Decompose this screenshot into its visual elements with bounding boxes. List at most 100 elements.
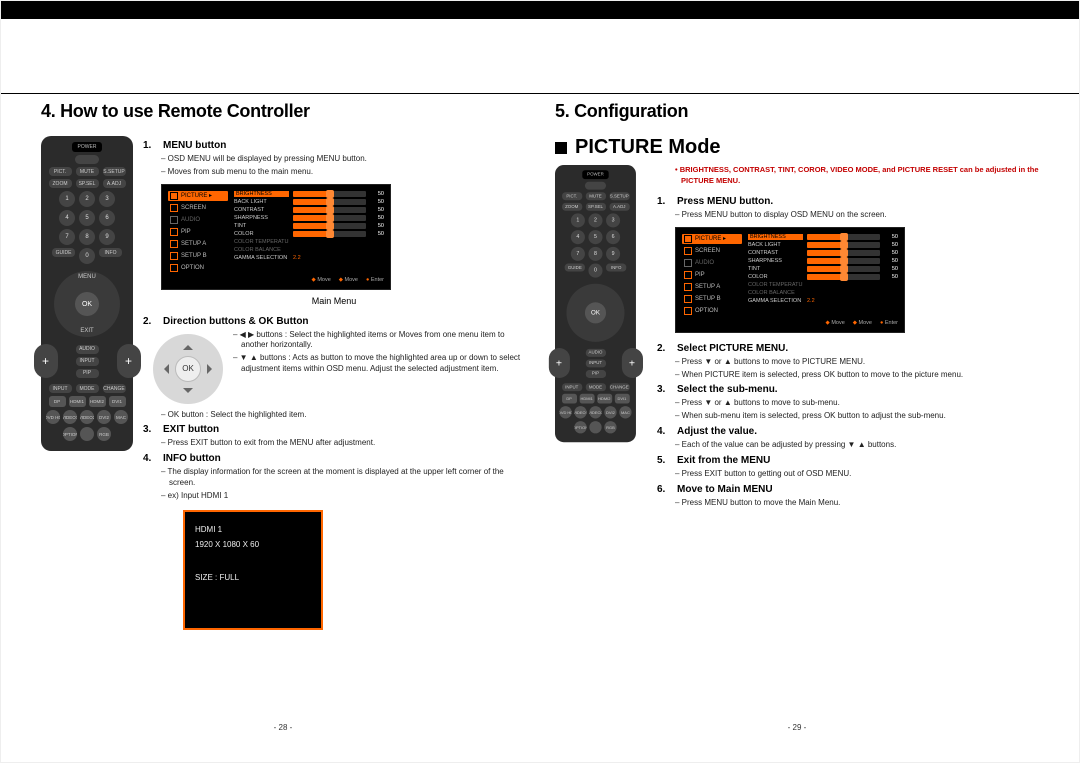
src-blank xyxy=(80,427,94,441)
osd-footer: ◆ Move ◆ Move ● Enter xyxy=(168,277,384,283)
osd-main-menu: PICTURE ▸ SCREEN AUDIO PIP SETUP A SETUP… xyxy=(161,184,391,290)
osd2-params: BRIGHTNESS50BACK LIGHT50CONTRAST50SHARPN… xyxy=(748,234,898,316)
guide-button: GUIDE xyxy=(52,248,75,257)
main-menu-caption: Main Menu xyxy=(143,296,525,306)
src-mac: MAC xyxy=(114,410,128,424)
exit-label: EXIT xyxy=(80,328,93,334)
direction-buttons-figure: OK xyxy=(153,334,223,404)
pict-button: PICT. xyxy=(49,167,72,176)
r2-spsel: SP.SEL xyxy=(585,203,605,211)
osd2-setupb: SETUP B xyxy=(682,294,742,304)
sec1-header: 1.MENU button xyxy=(143,140,525,151)
menu-label: MENU xyxy=(78,274,96,280)
sec4-b2: ex) Input HDMI 1 xyxy=(161,491,525,502)
audio-pill: AUDIO xyxy=(76,345,99,354)
r2-opt: OPTION xyxy=(574,421,586,433)
num-6: 6 xyxy=(99,210,115,226)
r2-ssetup: S.SETUP xyxy=(609,192,629,200)
page-number-29: - 29 - xyxy=(555,723,1039,732)
power-button-2: POWER xyxy=(582,170,608,179)
osd2-screen: SCREEN xyxy=(682,246,742,256)
osd-item-audio: AUDIO xyxy=(168,215,228,225)
info-button: INFO xyxy=(99,248,122,257)
num-2: 2 xyxy=(79,191,95,207)
r2-change: CHANGE xyxy=(609,383,629,391)
down-arrow-icon xyxy=(183,388,193,398)
osd-picture-menu: PICTURE ▸ SCREEN AUDIO PIP SETUP A SETUP… xyxy=(675,227,905,333)
change-btn: CHANGE xyxy=(103,384,126,393)
r2-6: 6 xyxy=(606,230,620,244)
r2-bl xyxy=(589,421,601,433)
num-0: 0 xyxy=(79,248,95,264)
osd-row-sharpness: SHARPNESS50 xyxy=(234,215,384,221)
osd2-pip: PIP xyxy=(682,270,742,280)
r2-rgb: RGB xyxy=(604,421,616,433)
left-body: 1.MENU button OSD MENU will be displayed… xyxy=(143,136,525,630)
src-dvdhd: DVD HD xyxy=(46,410,60,424)
osd-row-color-balance: COLOR BALANCE xyxy=(234,247,384,253)
r2-input: INPUT xyxy=(585,359,605,367)
r2-grid: DPHDMI1HDMI2DVI1 DVD HDVIDEO1VIDEO2DVI2 … xyxy=(559,394,631,434)
osd-params: BRIGHTNESS50BACK LIGHT50CONTRAST50SHARPN… xyxy=(234,191,384,273)
left-arrow-icon xyxy=(159,364,169,374)
right-body: BRIGHTNESS, CONTRAST, TINT, COROR, VIDEO… xyxy=(657,165,1039,510)
osd-row-tint: TINT50 xyxy=(234,223,384,229)
info-line3: SIZE : FULL xyxy=(195,570,311,585)
sel-rocker: + xyxy=(117,344,141,378)
sec1-b1: OSD MENU will be displayed by pressing M… xyxy=(161,154,525,165)
right-arrow-icon xyxy=(207,364,217,374)
vol-rocker: + xyxy=(34,344,58,378)
source-grid: DP HDMI1 HDMI2 DVI1 DVD HD VIDEO1 VIDEO2… xyxy=(46,396,128,441)
dir-ok: OK xyxy=(175,356,201,382)
r2-hdmi2: HDMI2 xyxy=(597,394,612,404)
sec2-header: 2.Direction buttons & OK Button xyxy=(143,316,525,327)
r2-aadj: A.ADJ xyxy=(609,203,629,211)
r2-4: 4 xyxy=(571,230,585,244)
num-3: 3 xyxy=(99,191,115,207)
r2-sel: + xyxy=(621,348,642,378)
right-content: POWER PICT.MUTES.SETUP ZOOMSP.SELA.ADJ 1… xyxy=(555,165,1039,510)
section-5-title: 5. Configuration xyxy=(555,101,1039,122)
osd-item-option: OPTION xyxy=(168,263,228,273)
r2-5: 5 xyxy=(588,230,602,244)
osd-row-color-balance: COLOR BALANCE xyxy=(748,290,898,296)
left-page: 4. How to use Remote Controller POWER PI… xyxy=(41,101,525,732)
osd-row-color: COLOR50 xyxy=(748,274,898,280)
off-button xyxy=(75,155,99,164)
osd-row-sharpness: SHARPNESS50 xyxy=(748,258,898,264)
r2-1: 1 xyxy=(571,213,585,227)
num-1: 1 xyxy=(59,191,75,207)
osd-row-back-light: BACK LIGHT50 xyxy=(748,242,898,248)
r2-0: 0 xyxy=(588,264,602,278)
info-line1: HDMI 1 xyxy=(195,522,311,537)
src-video1: VIDEO1 xyxy=(63,410,77,424)
r-sec3-b2: When sub-menu item is selected, press OK… xyxy=(675,411,1039,422)
r2-pict: PICT. xyxy=(562,192,582,200)
osd2-sidebar: PICTURE ▸ SCREEN AUDIO PIP SETUP A SETUP… xyxy=(682,234,742,316)
r-sec1-b1: Press MENU button to display OSD MENU on… xyxy=(675,210,1039,221)
r2-ok: OK xyxy=(585,302,606,323)
osd-row-gamma-selection: GAMMA SELECTION2.2 xyxy=(748,298,898,304)
r-sec1-h: 1.Press MENU button. xyxy=(657,196,1039,207)
osd-row-tint: TINT50 xyxy=(748,266,898,272)
r2-v2: VIDEO2 xyxy=(589,406,601,418)
ssetup-button: S.SETUP xyxy=(103,167,126,176)
left-content: POWER PICT. MUTE S.SETUP ZOOM SP.SEL A.A… xyxy=(41,136,525,630)
r-sec4-h: 4.Adjust the value. xyxy=(657,426,1039,437)
osd-row-color-temperature: COLOR TEMPERATURE xyxy=(234,239,384,245)
num-5: 5 xyxy=(79,210,95,226)
aadj-button: A.ADJ xyxy=(103,179,126,188)
src-rgb: RGB xyxy=(97,427,111,441)
remote-control-figure: POWER PICT. MUTE S.SETUP ZOOM SP.SEL A.A… xyxy=(41,136,133,451)
picture-mode-note: BRIGHTNESS, CONTRAST, TINT, COROR, VIDEO… xyxy=(675,165,1039,186)
osd2-footer: ◆ Move ◆ Move ● Enter xyxy=(682,320,898,326)
r2-mac: MAC xyxy=(619,406,631,418)
remote-control-figure-2: POWER PICT.MUTES.SETUP ZOOMSP.SELA.ADJ 1… xyxy=(555,165,647,480)
off-button-2 xyxy=(585,182,606,190)
square-bullet-icon xyxy=(555,142,567,154)
src-option: OPTION xyxy=(63,427,77,441)
sec3-header: 3.EXIT button xyxy=(143,424,525,435)
r-sec6-b1: Press MENU button to move the Main Menu. xyxy=(675,498,1039,509)
right-page: 5. Configuration PICTURE Mode POWER PICT… xyxy=(555,101,1039,732)
picture-mode-header: PICTURE Mode xyxy=(555,136,1039,159)
